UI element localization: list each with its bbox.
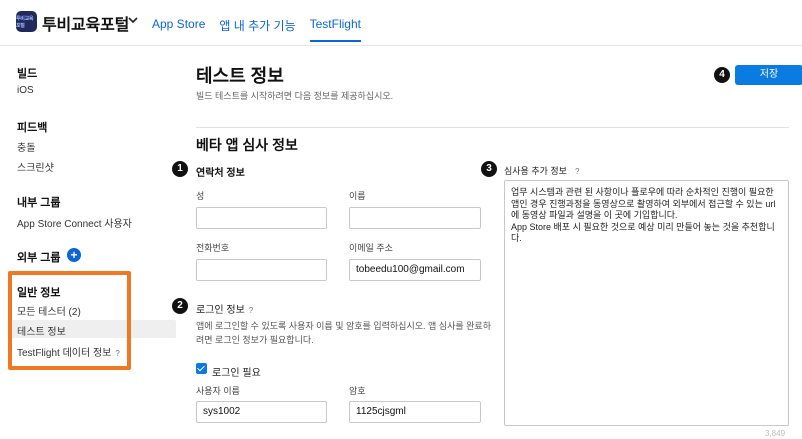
save-button[interactable]: 저장 [735, 65, 802, 85]
sidebar-item-screenshots[interactable]: 스크린샷 [17, 159, 54, 174]
callout-badge-1: 1 [172, 161, 188, 177]
sidebar: 빌드 iOS 피드백 충돌 스크린샷 내부 그룹 App Store Conne… [0, 46, 180, 439]
email-label: 이메일 주소 [349, 243, 393, 253]
review-notes-textarea[interactable]: 업무 시스템과 관련 된 사항이나 플로우에 따라 순차적인 진행이 필요한 앱… [504, 180, 789, 426]
chevron-down-icon[interactable] [127, 14, 139, 26]
login-required-label: 로그인 필요 [212, 368, 261, 379]
sidebar-item-ios[interactable]: iOS [17, 85, 34, 96]
login-info-label: 로그인 정보 [196, 305, 245, 316]
last-name-label: 성 [196, 191, 205, 201]
sidebar-item-crashes[interactable]: 충돌 [17, 139, 35, 154]
password-label: 암호 [349, 386, 366, 396]
username-label: 사용자 이름 [196, 386, 240, 396]
help-icon[interactable]: ? [249, 306, 253, 315]
login-required-checkbox[interactable] [196, 363, 207, 374]
login-info-heading: 로그인 정보? [196, 301, 253, 316]
page-title: 테스트 정보 [196, 66, 284, 86]
phone-input[interactable] [196, 259, 327, 281]
tab-in-app-purchases[interactable]: 앱 내 추가 기능 [219, 17, 295, 45]
email-input[interactable]: tobeedu100@gmail.com [349, 259, 481, 281]
highlight-box [8, 271, 131, 370]
login-info-description: 앱에 로그인할 수 있도록 사용자 이름 및 암호를 입력하십시오. 앱 심사를… [196, 321, 491, 345]
first-name-input[interactable] [349, 207, 481, 229]
username-input[interactable]: sys1002 [196, 401, 327, 423]
page-subtitle: 빌드 테스트를 시작하려면 다음 정보를 제공하십시오. [196, 91, 394, 101]
sidebar-heading-builds: 빌드 [17, 68, 38, 80]
sidebar-heading-feedback: 피드백 [17, 122, 48, 134]
section-divider [196, 127, 789, 128]
review-notes-heading: 심사용 추가 정보? [504, 164, 579, 177]
sidebar-item-app-store-connect-users[interactable]: App Store Connect 사용자 [17, 215, 132, 230]
callout-badge-3: 3 [481, 161, 497, 177]
add-external-group-button[interactable]: + [67, 248, 81, 262]
sidebar-heading-external-group: 외부 그룹 [17, 252, 61, 264]
character-counter: 3,849 [765, 429, 786, 438]
tab-app-store[interactable]: App Store [152, 17, 205, 45]
contact-info-heading: 연락처 정보 [196, 168, 245, 179]
review-notes-label: 심사용 추가 정보 [504, 166, 567, 176]
help-icon[interactable]: ? [575, 167, 579, 176]
top-navigation-bar: 투비교육포털 투비교육포털 App Store 앱 내 추가 기능 TestFl… [0, 0, 802, 46]
last-name-input[interactable] [196, 207, 327, 229]
callout-badge-4: 4 [714, 67, 730, 83]
phone-label: 전화번호 [196, 243, 230, 253]
tab-testflight[interactable]: TestFlight [309, 17, 362, 45]
section-title: 베타 앱 심사 정보 [196, 137, 298, 153]
callout-badge-2: 2 [172, 298, 188, 314]
password-input[interactable]: 1125cjsgml [349, 401, 481, 423]
app-icon[interactable]: 투비교육포털 [16, 11, 37, 32]
app-name[interactable]: 투비교육포털 [42, 11, 129, 35]
first-name-label: 이름 [349, 191, 366, 201]
sidebar-heading-internal-group: 내부 그룹 [17, 197, 61, 209]
tab-bar: App Store 앱 내 추가 기능 TestFlight [152, 17, 375, 45]
